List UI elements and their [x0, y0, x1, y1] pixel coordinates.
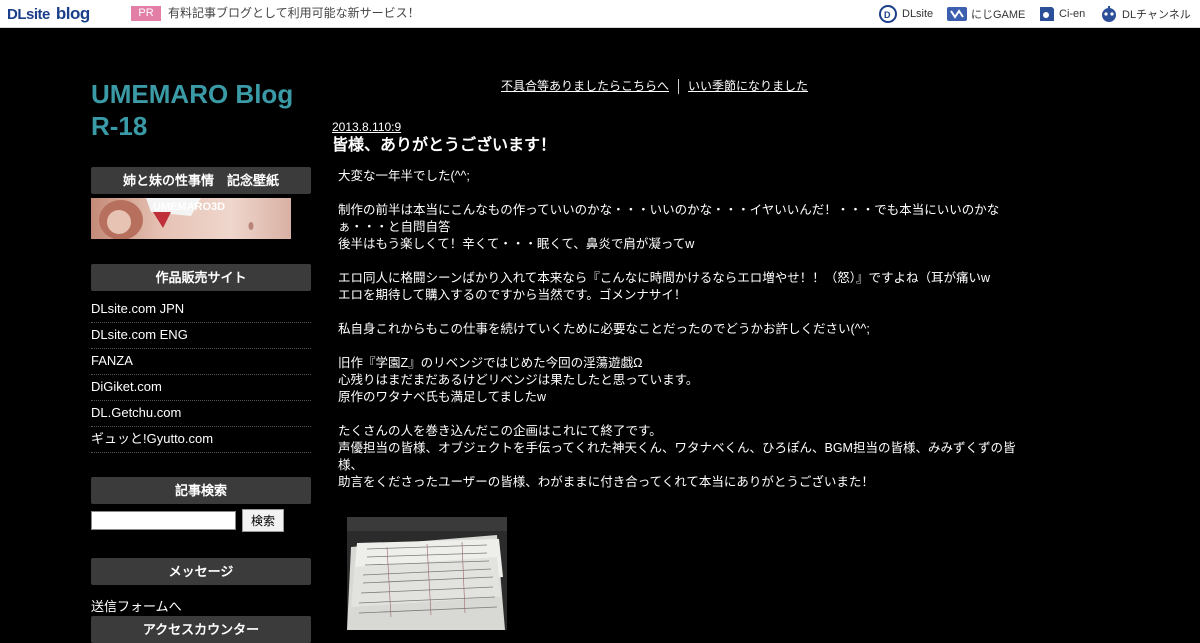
sites-heading: 作品販売サイト — [91, 264, 311, 291]
post-paragraph: 私自身これからもこの仕事を続けていくために必要なことだったのでどうかお許しくださ… — [338, 322, 870, 336]
pr-badge: PR — [131, 6, 161, 21]
post-date[interactable]: 2013.8.110:9 — [332, 120, 401, 134]
paper-stack-photo — [347, 517, 507, 630]
post-paragraph: たくさんの人を巻き込んだこの企画はこれにて終了です。 声優担当の皆様、オブジェク… — [338, 424, 1016, 489]
service-link-ci-en[interactable]: Ci-en — [1038, 4, 1085, 24]
post-body: 大変な一年半でした(^^; 制作の前半は本当にこんなもの作っていいのかな・・・い… — [338, 168, 1038, 491]
message-heading: メッセージ — [91, 558, 311, 585]
service-label: Ci-en — [1059, 8, 1086, 20]
wallpaper-banner[interactable]: UMEMARO3D — [91, 198, 291, 239]
logo-blog-text: blog — [55, 4, 90, 23]
site-link-dlsite-jpn[interactable]: DLsite.com JPN — [91, 297, 311, 323]
blog-title-line2: R-18 — [91, 111, 148, 141]
article-nav: 不具合等ありましたらこちらへ いい季節になりました — [332, 78, 977, 95]
sites-list: DLsite.com JPN DLsite.com ENG FANZA DiGi… — [91, 297, 311, 453]
top-bar: DLsite blog PR 有料記事ブログとして利用可能な新サービス！ D D… — [0, 0, 1200, 28]
post-paragraph: 旧作『学園Z』のリベンジではじめた今回の淫蕩遊戯Ω 心残りはまだまだあるけどリベ… — [338, 356, 699, 404]
banner-text: UMEMARO3D — [153, 201, 225, 213]
site-link-dl-getchu[interactable]: DL.Getchu.com — [91, 401, 311, 427]
nav-divider — [678, 79, 679, 95]
logo-dlsite-text: DLsite — [7, 6, 50, 23]
post-title[interactable]: 皆様、ありがとうございます！ — [332, 136, 556, 156]
ci-en-icon — [1040, 7, 1054, 21]
site-link-dlsite-eng[interactable]: DLsite.com ENG — [91, 323, 311, 349]
post-paragraph: 大変な一年半でした(^^; — [338, 169, 470, 183]
svg-text:D: D — [884, 10, 891, 20]
blog-title[interactable]: UMEMARO Blog R-18 — [91, 78, 321, 142]
post-paragraph: エロ同人に格闘シーンばかり入れて本来なら『こんなに時間かけるならエロ増やせ！！（… — [338, 271, 991, 302]
service-label: にじGAME — [971, 9, 1026, 21]
wallpaper-banner-image: UMEMARO3D — [91, 198, 291, 239]
service-link-nijigame[interactable]: にじGAME — [946, 4, 1025, 24]
wallpaper-heading: 姉と妹の性事情 記念壁紙 — [91, 167, 311, 194]
search-input[interactable] — [91, 511, 236, 530]
site-link-gyutto[interactable]: ギュッと!Gyutto.com — [91, 427, 311, 453]
blog-title-line1: UMEMARO Blog — [91, 79, 294, 109]
dlsite-icon: D — [879, 5, 897, 23]
post-paragraph: 制作の前半は本当にこんなもの作っていいのかな・・・いいのかな・・・イヤいいんだ！… — [338, 203, 1000, 251]
post-photo[interactable] — [347, 517, 507, 630]
nav-link-report[interactable]: 不具合等ありましたらこちらへ — [501, 79, 669, 93]
nijigame-icon — [947, 7, 967, 21]
service-label: DLチャンネル — [1122, 9, 1191, 21]
search-button[interactable]: 検索 — [242, 509, 284, 532]
service-label: DLsite — [902, 8, 934, 20]
dlsite-blog-logo[interactable]: DLsite blog — [7, 4, 90, 24]
dl-channel-icon — [1102, 6, 1116, 22]
pr-link[interactable]: 有料記事ブログとして利用可能な新サービス！ — [168, 6, 420, 21]
search-heading: 記事検索 — [91, 477, 311, 504]
site-link-fanza[interactable]: FANZA — [91, 349, 311, 375]
service-link-dl-channel[interactable]: DLチャンネル — [1099, 4, 1191, 24]
message-form-link[interactable]: 送信フォームへ — [91, 596, 182, 615]
nav-link-next[interactable]: いい季節になりました — [688, 79, 808, 93]
service-link-dlsite[interactable]: D DLsite — [879, 4, 933, 24]
site-link-digiket[interactable]: DiGiket.com — [91, 375, 311, 401]
